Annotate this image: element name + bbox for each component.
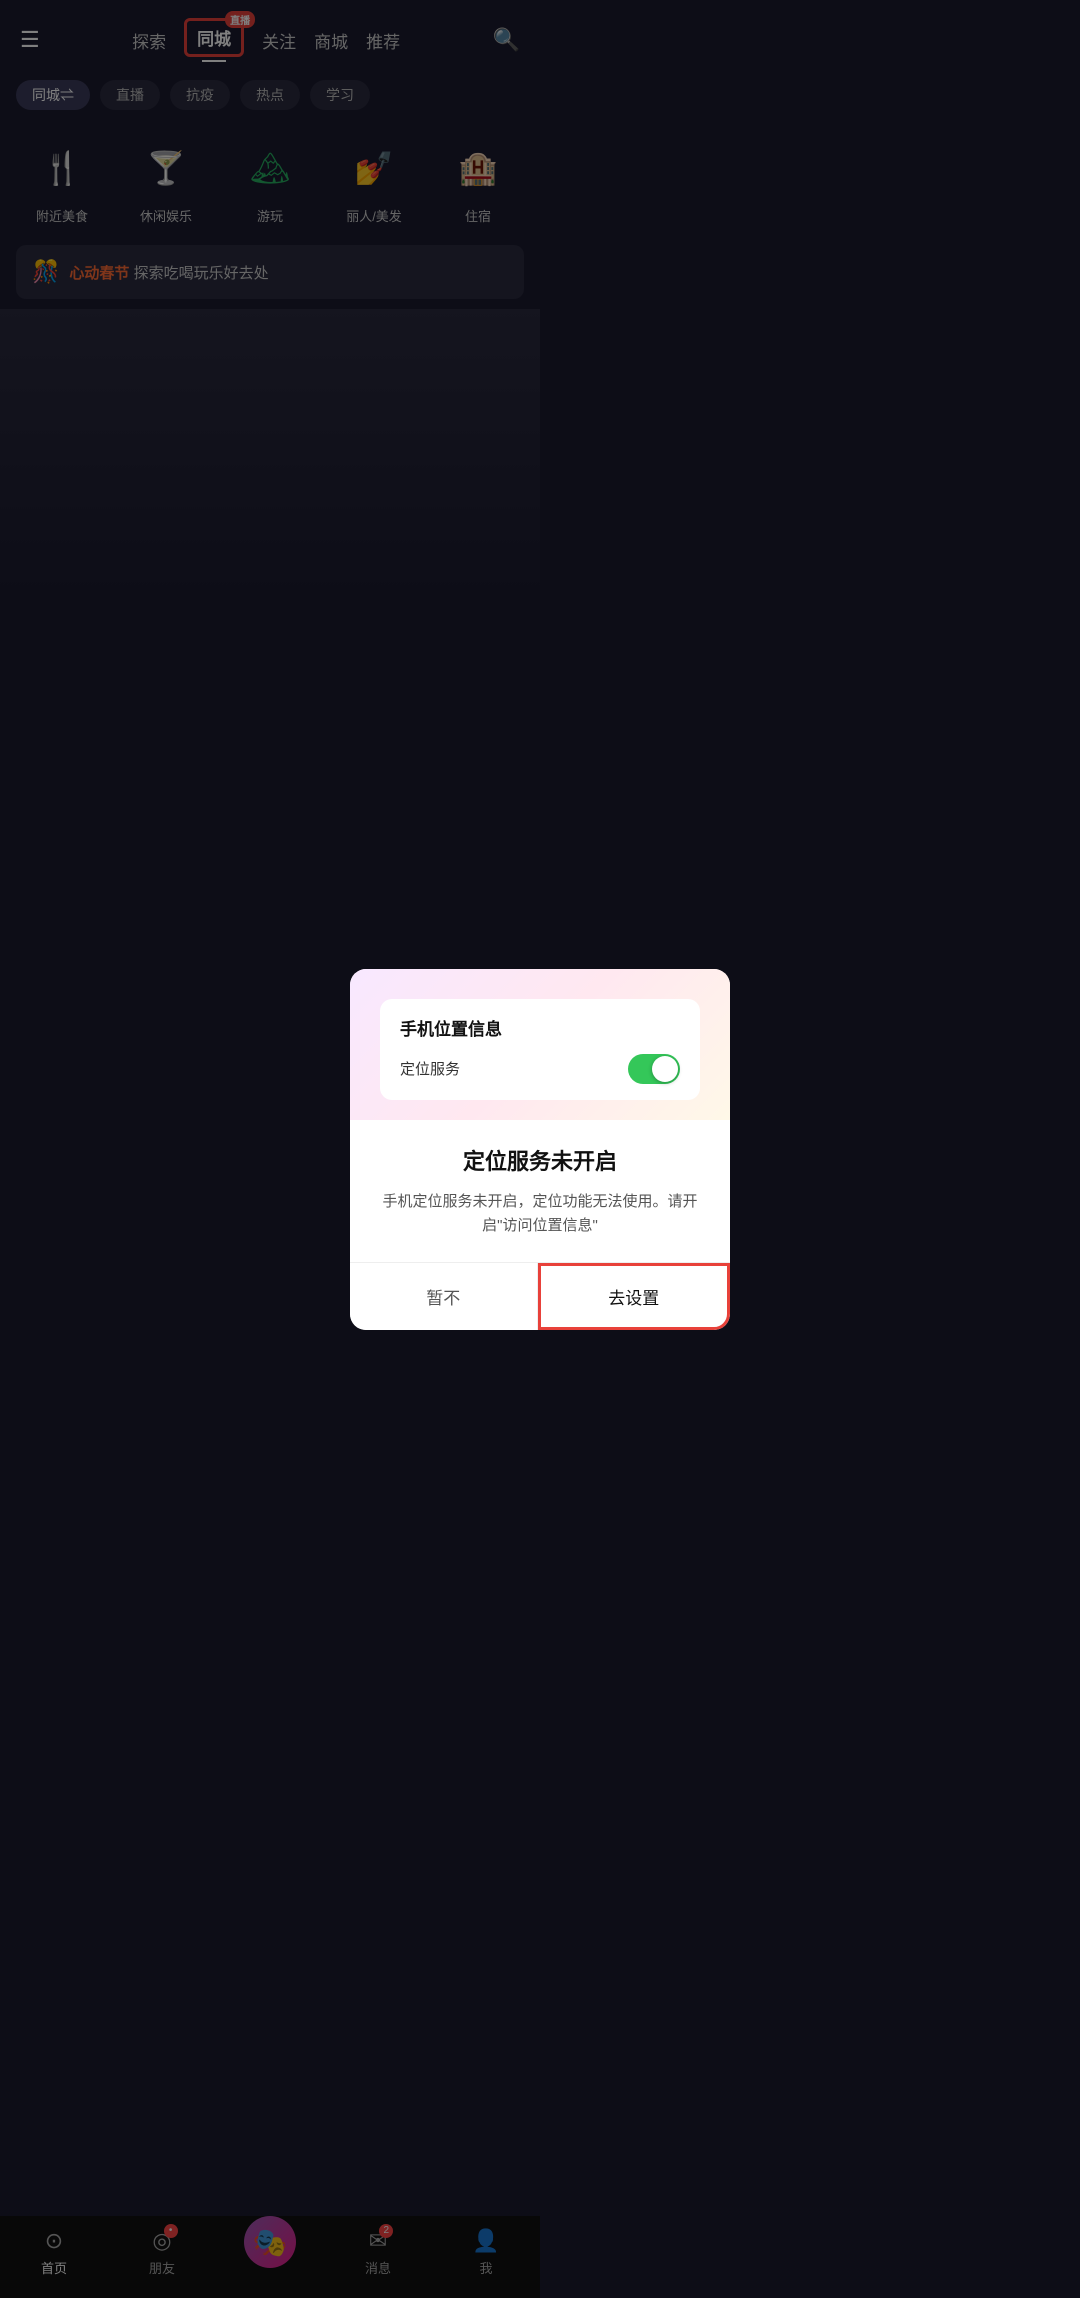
dialog-title: 定位服务未开启	[380, 1144, 700, 1176]
phone-settings-card: 手机位置信息 定位服务	[380, 999, 700, 1100]
dialog-buttons: 暂不 去设置	[350, 1262, 730, 1330]
cancel-button[interactable]: 暂不	[350, 1263, 538, 1330]
location-toggle[interactable]	[628, 1054, 680, 1084]
location-service-label: 定位服务	[400, 1058, 460, 1079]
confirm-button[interactable]: 去设置	[538, 1263, 731, 1330]
toggle-thumb	[652, 1056, 678, 1082]
modal-overlay: 手机位置信息 定位服务 定位服务未开启 手机定位服务未开启，定位功能无法使用。请…	[0, 0, 1080, 2298]
location-service-row: 定位服务	[400, 1054, 680, 1084]
settings-title: 手机位置信息	[400, 1015, 680, 1040]
dialog-description: 手机定位服务未开启，定位功能无法使用。请开启"访问位置信息"	[380, 1190, 700, 1238]
dialog-top-section: 手机位置信息 定位服务	[350, 969, 730, 1120]
dialog-body: 定位服务未开启 手机定位服务未开启，定位功能无法使用。请开启"访问位置信息"	[350, 1120, 730, 1238]
location-dialog: 手机位置信息 定位服务 定位服务未开启 手机定位服务未开启，定位功能无法使用。请…	[350, 969, 730, 1330]
